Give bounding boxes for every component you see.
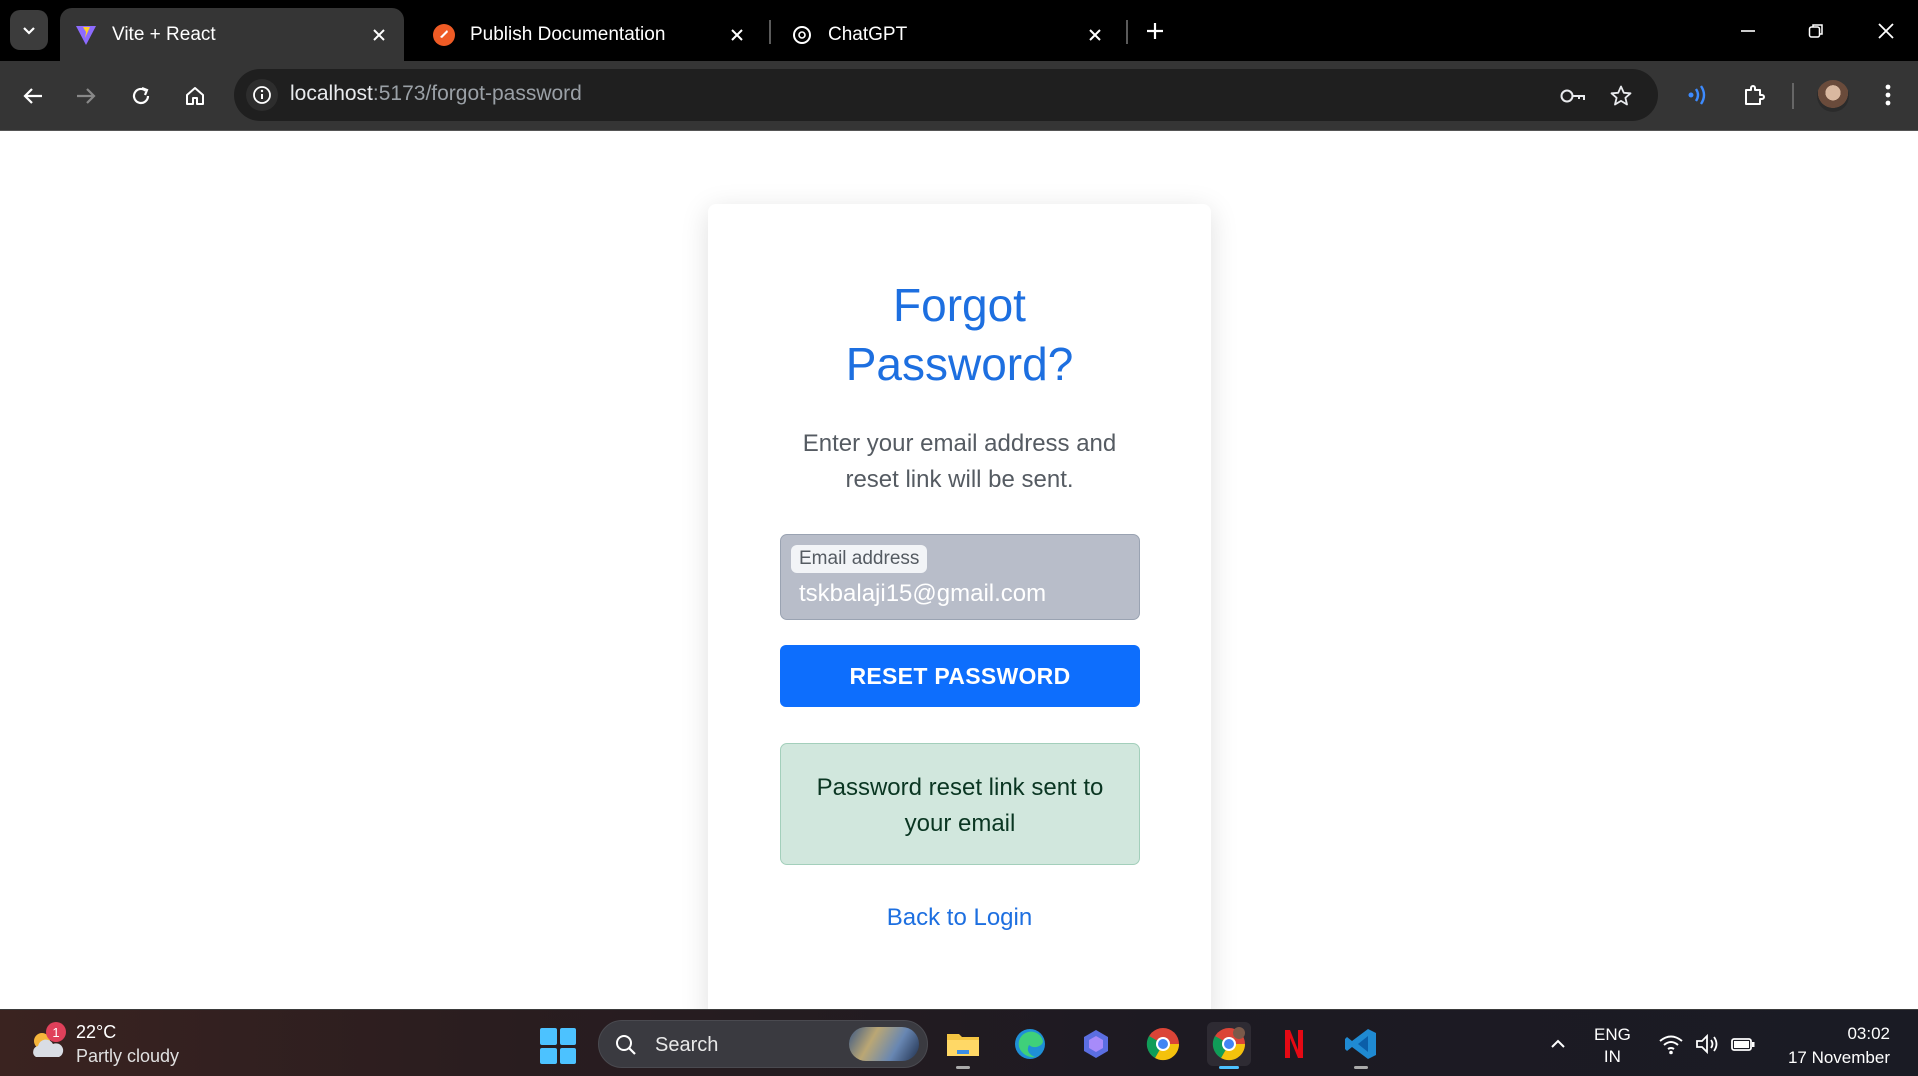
puzzle-icon <box>1745 85 1765 105</box>
page-title: Forgot Password? <box>708 276 1211 394</box>
arrow-right-icon <box>77 88 96 104</box>
input-language[interactable]: ENG IN <box>1594 1024 1631 1068</box>
vite-icon <box>74 23 98 47</box>
tab-search-button[interactable] <box>10 10 48 50</box>
clock-time: 03:02 <box>1847 1024 1890 1043</box>
back-button[interactable] <box>15 78 51 114</box>
plus-icon <box>1147 23 1163 39</box>
star-icon <box>1610 85 1632 106</box>
restore-button[interactable] <box>1796 14 1836 48</box>
tab-separator <box>1126 20 1128 44</box>
extensions-menu-button[interactable] <box>1736 77 1772 113</box>
close-tab-icon[interactable] <box>726 24 748 46</box>
email-input[interactable] <box>799 579 1119 609</box>
windows-taskbar: 1 22°C Partly cloudy Search ENG IN 03:02… <box>0 1009 1918 1076</box>
running-indicator <box>1354 1066 1368 1069</box>
page-viewport: Forgot Password? Enter your email addres… <box>0 131 1918 1024</box>
extension-button[interactable] <box>1680 77 1716 113</box>
notification-badge: 1 <box>46 1022 66 1042</box>
home-icon <box>186 87 204 105</box>
arrow-left-icon <box>23 88 42 104</box>
search-highlight-image <box>849 1027 919 1061</box>
site-info-button[interactable] <box>246 79 278 111</box>
chatgpt-icon <box>790 23 814 47</box>
edge-icon[interactable] <box>1008 1022 1052 1066</box>
tab-title: Vite + React <box>112 23 216 45</box>
file-explorer-icon[interactable] <box>941 1022 985 1069</box>
lang-line-2: IN <box>1603 1047 1621 1066</box>
browser-tab-strip: Vite + React Publish Documentation ChatG… <box>0 0 1918 61</box>
chevron-up-icon[interactable] <box>1546 1032 1570 1056</box>
chrome-profile-icon[interactable] <box>1207 1022 1251 1069</box>
home-button[interactable] <box>177 78 213 114</box>
lang-line-1: ENG <box>1594 1025 1631 1044</box>
bookmark-button[interactable] <box>1606 81 1636 111</box>
reload-button[interactable] <box>123 78 159 114</box>
close-tab-icon[interactable] <box>1084 24 1106 46</box>
address-bar[interactable]: localhost:5173/forgot-password <box>234 69 1658 121</box>
wifi-icon[interactable] <box>1658 1032 1684 1056</box>
tab-title: Publish Documentation <box>470 23 666 45</box>
start-button[interactable] <box>540 1028 576 1064</box>
url-path: :5173/forgot-password <box>372 82 582 105</box>
toolbar-divider <box>1792 83 1794 109</box>
chrome-icon[interactable] <box>1141 1022 1185 1066</box>
chevron-down-icon <box>23 27 35 35</box>
taskbar-search[interactable]: Search <box>598 1020 928 1068</box>
wave-icon <box>1688 85 1706 105</box>
vscode-icon[interactable] <box>1339 1022 1383 1069</box>
more-vertical-icon <box>1885 84 1891 106</box>
forward-button[interactable] <box>68 78 104 114</box>
reset-password-button[interactable]: RESET PASSWORD <box>780 645 1140 707</box>
windows-logo-pane <box>559 1028 576 1045</box>
url-text[interactable]: localhost:5173/forgot-password <box>290 82 582 106</box>
postman-icon <box>432 23 456 47</box>
weather-widget[interactable]: 1 22°C Partly cloudy <box>24 1020 224 1068</box>
email-field[interactable]: Email address <box>780 534 1140 620</box>
volume-icon[interactable] <box>1694 1032 1720 1056</box>
minimize-button[interactable] <box>1728 14 1768 48</box>
tab-publish-documentation[interactable]: Publish Documentation <box>418 8 762 61</box>
windows-logo-pane <box>559 1047 576 1064</box>
clock-date: 17 November <box>1787 1048 1890 1067</box>
title-line-1: Forgot <box>893 279 1026 331</box>
title-line-2: Password? <box>845 338 1074 390</box>
tab-chatgpt[interactable]: ChatGPT <box>776 8 1120 61</box>
url-host: localhost <box>290 82 373 105</box>
windows-logo-pane <box>540 1028 557 1045</box>
restore-icon <box>1808 24 1823 38</box>
profile-avatar[interactable] <box>1817 80 1849 112</box>
forgot-password-card: Forgot Password? Enter your email addres… <box>708 204 1211 1024</box>
weather-temp: 22°C <box>76 1022 117 1042</box>
running-indicator <box>956 1066 970 1069</box>
close-tab-icon[interactable] <box>368 24 390 46</box>
back-to-login-link[interactable]: Back to Login <box>708 904 1211 932</box>
tab-title: ChatGPT <box>828 23 908 45</box>
active-indicator <box>1219 1066 1239 1069</box>
tab-separator <box>769 20 771 44</box>
password-key-button[interactable] <box>1558 81 1588 111</box>
key-icon <box>1560 89 1585 103</box>
page-subtitle: Enter your email address and reset link … <box>802 430 1117 493</box>
copilot-icon[interactable] <box>1074 1022 1118 1066</box>
tab-vite-react[interactable]: Vite + React <box>60 8 404 61</box>
search-icon <box>616 1035 636 1055</box>
battery-icon[interactable] <box>1730 1032 1756 1056</box>
new-tab-button[interactable] <box>1140 16 1170 46</box>
windows-logo-pane <box>540 1047 557 1064</box>
email-field-label: Email address <box>791 545 928 573</box>
reload-icon <box>132 86 150 105</box>
netflix-icon[interactable] <box>1272 1022 1316 1066</box>
close-window-button[interactable] <box>1866 14 1906 48</box>
info-icon <box>253 86 271 104</box>
browser-menu-button[interactable] <box>1870 77 1906 113</box>
system-clock[interactable]: 03:02 17 November <box>1788 1022 1890 1070</box>
close-icon <box>1878 23 1894 39</box>
minimize-icon <box>1741 30 1755 32</box>
weather-condition: Partly cloudy <box>76 1046 180 1066</box>
success-alert: Password reset link sent to your email <box>780 743 1140 865</box>
browser-toolbar: localhost:5173/forgot-password <box>0 61 1918 131</box>
search-placeholder: Search <box>655 1034 719 1056</box>
